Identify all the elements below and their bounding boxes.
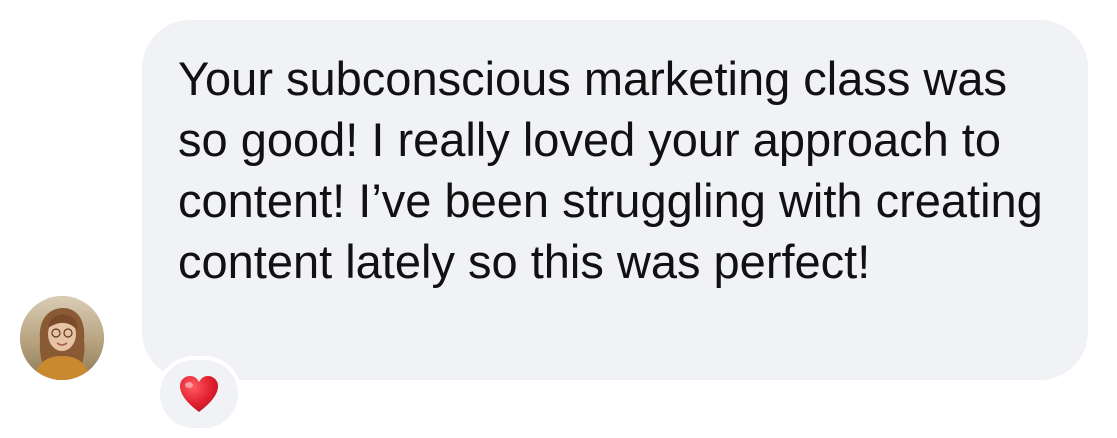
message-text: Your subconscious marketing class was so… [178,52,1043,288]
message-bubble[interactable]: Your subconscious marketing class was so… [142,20,1088,380]
reaction-badge[interactable] [156,356,242,432]
sender-avatar[interactable] [20,296,104,380]
profile-photo-icon [20,296,104,380]
chat-view: Your subconscious marketing class was so… [0,0,1117,438]
red-heart-icon [180,376,218,412]
